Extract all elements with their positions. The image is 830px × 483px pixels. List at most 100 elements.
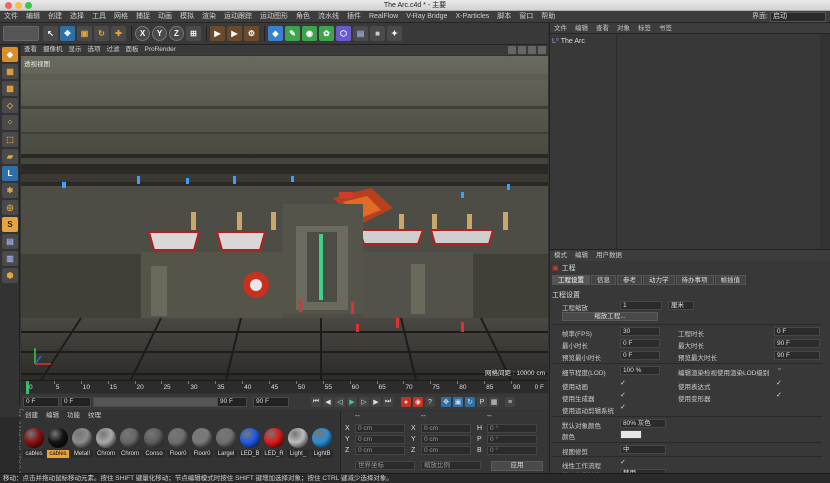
key-parameter-icon[interactable]: P — [477, 397, 487, 407]
attribute-menu-edit[interactable]: 编辑 — [571, 250, 592, 261]
menu-realflow[interactable]: RealFlow — [365, 11, 402, 23]
use-expressions-checkbox[interactable]: ✓ — [776, 380, 784, 388]
model-mode-icon[interactable]: ▦ — [2, 64, 18, 79]
minimize-window-icon[interactable] — [15, 2, 22, 9]
object-menu-tags[interactable]: 标签 — [634, 23, 655, 34]
toggle-layout-icon[interactable] — [538, 46, 546, 54]
close-window-icon[interactable] — [5, 2, 12, 9]
rotate-view-icon[interactable] — [528, 46, 536, 54]
viewport-menu-prorender[interactable]: ProRender — [142, 45, 179, 55]
menu-tools[interactable]: 工具 — [88, 11, 110, 23]
size-mode-select[interactable]: 缩放比例 — [421, 461, 481, 470]
timeline-menu-icon[interactable]: ≡ — [505, 397, 515, 407]
rotation-p-field[interactable]: 0 ° — [487, 435, 537, 444]
material-item[interactable]: LED_R — [263, 428, 285, 468]
z-axis-lock-icon[interactable]: Z — [169, 26, 184, 41]
menu-simulate[interactable]: 模拟 — [176, 11, 198, 23]
object-menu-objects[interactable]: 对象 — [613, 23, 634, 34]
viewport-menu-panel[interactable]: 面板 — [123, 45, 142, 55]
points-mode-icon[interactable]: ⁘ — [2, 115, 18, 130]
x-axis-lock-icon[interactable]: X — [135, 26, 150, 41]
object-menu-edit[interactable]: 编辑 — [571, 23, 592, 34]
floor-icon[interactable]: ▤ — [353, 26, 368, 41]
menu-animate[interactable]: 动画 — [154, 11, 176, 23]
menu-window[interactable]: 窗口 — [515, 11, 537, 23]
tab-project-settings[interactable]: 工程设置 — [552, 275, 590, 285]
key-rotation-icon[interactable]: ↻ — [465, 397, 475, 407]
position-y-field[interactable]: 0 cm — [355, 435, 405, 444]
material-item[interactable]: Metal! — [71, 428, 93, 468]
menu-vray-bridge[interactable]: V-Ray Bridge — [402, 11, 451, 23]
planar-workplane-icon[interactable]: ▥ — [2, 251, 18, 266]
attribute-menu-mode[interactable]: 模式 — [550, 250, 571, 261]
coordinate-mode-select[interactable]: 世界坐标 — [355, 461, 415, 470]
use-animation-checkbox[interactable]: ✓ — [620, 380, 628, 388]
recent-tools-icon[interactable]: ✚ — [111, 26, 126, 41]
enable-axis-icon[interactable]: L — [2, 166, 18, 181]
key-scale-icon[interactable]: ▣ — [453, 397, 463, 407]
tab-todo[interactable]: 待办事项 — [675, 275, 714, 285]
go-to-end-icon[interactable]: ⏭ — [383, 397, 393, 407]
material-menu-function[interactable]: 功能 — [63, 411, 84, 421]
menu-edit[interactable]: 编辑 — [22, 11, 44, 23]
record-keyframe-icon[interactable]: ● — [401, 397, 411, 407]
undo-redo-group[interactable] — [3, 26, 39, 41]
apply-button[interactable]: 应用 — [491, 461, 543, 471]
pan-view-icon[interactable] — [508, 46, 516, 54]
viewport-menu-filter[interactable]: 过滤 — [104, 45, 123, 55]
scale-unit-select[interactable]: 厘米 — [668, 301, 694, 310]
menu-character[interactable]: 角色 — [292, 11, 314, 23]
make-editable-icon[interactable]: ◆ — [2, 47, 18, 62]
size-x-field[interactable]: 0 cm — [421, 424, 471, 433]
render-settings-icon[interactable]: ⚙ — [244, 26, 259, 41]
deformer-icon[interactable]: ⬡ — [336, 26, 351, 41]
preview-min-field[interactable]: 0 F — [620, 351, 660, 360]
texture-mode-icon[interactable]: ▩ — [2, 81, 18, 96]
linear-workflow-checkbox[interactable]: ✓ — [620, 459, 628, 467]
array-icon[interactable]: ✿ — [319, 26, 334, 41]
material-item[interactable]: Light_ — [287, 428, 309, 468]
spline-pen-icon[interactable]: ✎ — [285, 26, 300, 41]
material-item[interactable]: LED_B — [239, 428, 261, 468]
key-pla-icon[interactable]: ▦ — [489, 397, 499, 407]
menu-create[interactable]: 创建 — [44, 11, 66, 23]
zoom-view-icon[interactable] — [518, 46, 526, 54]
menu-file[interactable]: 文件 — [0, 11, 22, 23]
start-frame-field[interactable]: 0 F — [61, 397, 91, 407]
subdivision-surface-icon[interactable]: ◉ — [302, 26, 317, 41]
rotate-tool-icon[interactable]: ↻ — [94, 26, 109, 41]
menu-help[interactable]: 帮助 — [537, 11, 559, 23]
select-tool-icon[interactable]: ↖ — [43, 26, 58, 41]
render-lod-checkbox[interactable]: ▫ — [778, 366, 786, 374]
use-generators-checkbox[interactable]: ✓ — [620, 392, 628, 400]
color-swatch[interactable] — [620, 430, 642, 439]
key-position-icon[interactable]: ✥ — [441, 397, 451, 407]
previous-key-icon[interactable]: ◀ — [323, 397, 333, 407]
material-item[interactable]: LightB — [311, 428, 333, 468]
next-key-icon[interactable]: ▶ — [371, 397, 381, 407]
polygons-mode-icon[interactable]: ▰ — [2, 149, 18, 164]
soft-selection-icon[interactable]: ◎ — [2, 200, 18, 215]
preview-max-field[interactable]: 90 F — [774, 351, 820, 360]
max-time-field[interactable]: 90 F — [774, 339, 820, 348]
fps-field[interactable]: 30 — [620, 327, 660, 336]
material-item[interactable]: Chrom — [95, 428, 117, 468]
viewport-menu-display[interactable]: 显示 — [66, 45, 85, 55]
size-y-field[interactable]: 0 cm — [421, 435, 471, 444]
attribute-menu-userdata[interactable]: 用户数据 — [592, 250, 626, 261]
menu-script[interactable]: 脚本 — [493, 11, 515, 23]
material-item[interactable]: Chrom — [119, 428, 141, 468]
material-menu-texture[interactable]: 纹理 — [84, 411, 105, 421]
menu-select[interactable]: 选择 — [66, 11, 88, 23]
layout-select[interactable]: 启动 — [770, 12, 826, 22]
end-frame-field[interactable]: 90 F — [217, 397, 247, 407]
perspective-viewport[interactable]: 透视视图 网格间距 : 10000 cm — [21, 56, 548, 380]
workplane-mode-icon[interactable]: ◇ — [2, 98, 18, 113]
viewport-menu-options[interactable]: 选项 — [85, 45, 104, 55]
object-menu-file[interactable]: 文件 — [550, 23, 571, 34]
locked-workplane-icon[interactable]: ▤ — [2, 234, 18, 249]
material-item[interactable]: Floor0 — [167, 428, 189, 468]
lock-icon[interactable]: ⬢ — [2, 268, 18, 283]
material-item[interactable]: Conso — [143, 428, 165, 468]
scale-project-button[interactable]: 缩放工程... — [562, 312, 658, 321]
